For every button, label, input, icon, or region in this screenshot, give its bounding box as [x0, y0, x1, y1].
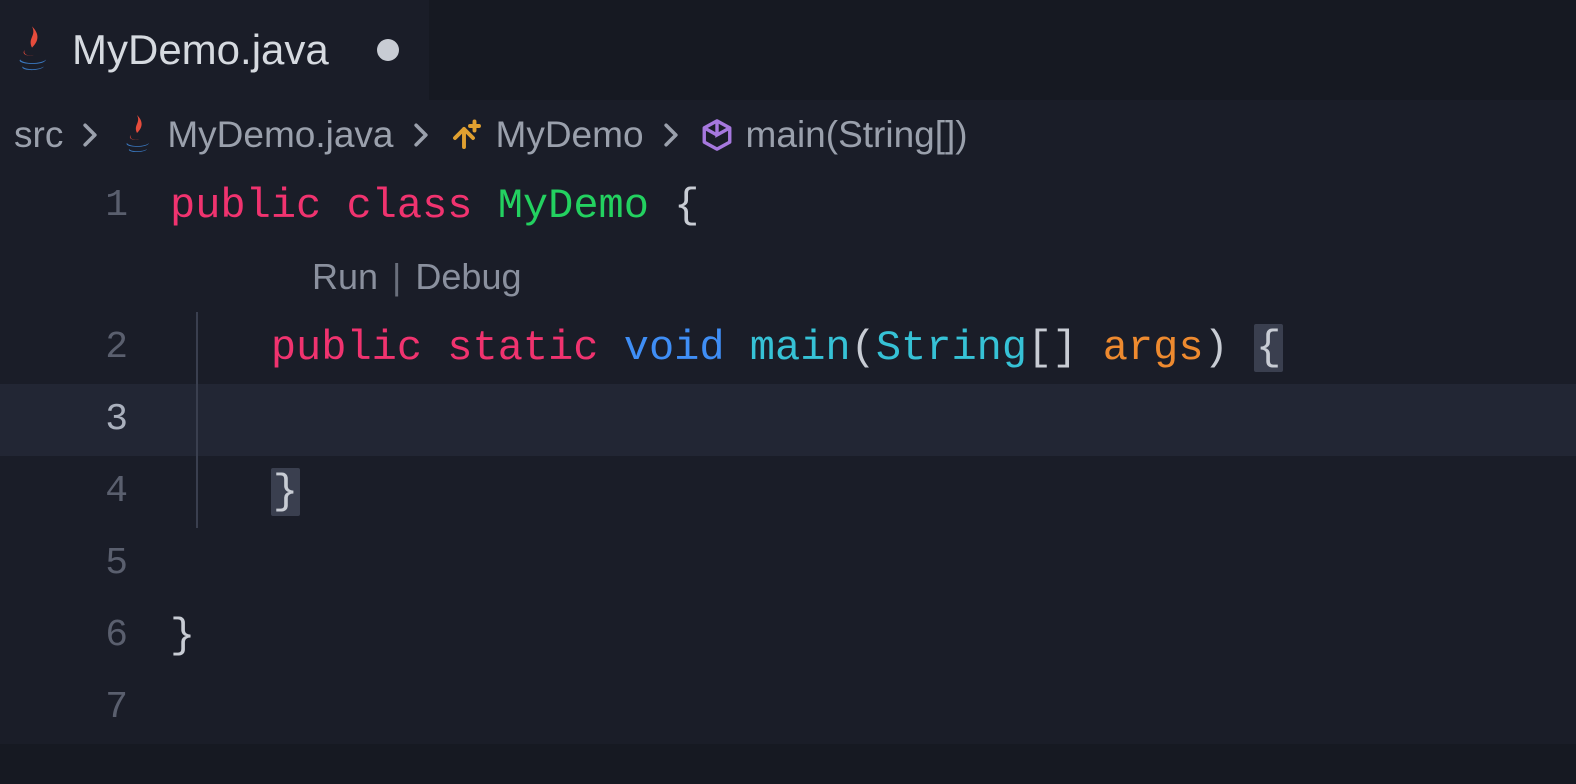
breadcrumb-label: src — [14, 114, 63, 156]
chevron-right-icon — [658, 122, 684, 148]
line-number: 5 — [0, 528, 170, 600]
brace-open: { — [674, 182, 699, 230]
code-editor[interactable]: 1 public class MyDemo { Run | Debug 2 pu… — [0, 170, 1576, 744]
code-line[interactable]: 5 — [0, 528, 1576, 600]
java-file-icon — [117, 115, 157, 155]
method-symbol-icon — [698, 116, 736, 154]
code-line[interactable]: 1 public class MyDemo { — [0, 170, 1576, 242]
code-line[interactable]: 7 — [0, 672, 1576, 744]
array-brackets: [] — [1027, 324, 1077, 372]
paren-open: ( — [851, 324, 876, 372]
line-number: 4 — [0, 456, 170, 528]
breadcrumb-label: main(String[]) — [746, 114, 968, 156]
code-line[interactable]: 4 } — [0, 456, 1576, 528]
line-number: 7 — [0, 672, 170, 744]
line-number: 3 — [0, 384, 170, 456]
brace-close: } — [170, 612, 195, 660]
tab-filename: MyDemo.java — [72, 26, 329, 74]
chevron-right-icon — [408, 122, 434, 148]
breadcrumb-file[interactable]: MyDemo.java — [117, 114, 393, 156]
code-line[interactable]: 6 } — [0, 600, 1576, 672]
codelens-separator: | — [392, 241, 401, 313]
code-content[interactable] — [170, 384, 1576, 456]
tab-bar: MyDemo.java — [0, 0, 1576, 100]
method-name: main — [750, 324, 851, 372]
keyword-public: public — [170, 182, 321, 230]
code-line[interactable]: 2 public static void main(String[] args)… — [0, 312, 1576, 384]
codelens-debug[interactable]: Debug — [415, 241, 521, 313]
type-name: String — [876, 324, 1027, 372]
class-symbol-icon — [448, 116, 486, 154]
java-file-icon — [10, 28, 54, 72]
keyword-public: public — [271, 324, 422, 372]
code-line-active[interactable]: 3 — [0, 384, 1576, 456]
line-number: 6 — [0, 600, 170, 672]
paren-close: ) — [1204, 324, 1229, 372]
codelens: Run | Debug — [0, 242, 1576, 312]
code-content[interactable]: } — [170, 600, 1576, 672]
chevron-right-icon — [77, 122, 103, 148]
codelens-run[interactable]: Run — [312, 241, 378, 313]
code-content[interactable]: public static void main(String[] args) { — [170, 312, 1576, 384]
brace-open: { — [1254, 324, 1283, 372]
breadcrumb-label: MyDemo.java — [167, 114, 393, 156]
class-name: MyDemo — [498, 182, 649, 230]
brace-close: } — [271, 468, 300, 516]
breadcrumb-folder[interactable]: src — [14, 114, 63, 156]
breadcrumb: src MyDemo.java MyDemo — [0, 100, 1576, 170]
breadcrumb-label: MyDemo — [496, 114, 644, 156]
line-number: 2 — [0, 312, 170, 384]
breadcrumb-class[interactable]: MyDemo — [448, 114, 644, 156]
editor-tab[interactable]: MyDemo.java — [0, 0, 429, 100]
breadcrumb-method[interactable]: main(String[]) — [698, 114, 968, 156]
code-content[interactable]: } — [170, 456, 1576, 528]
keyword-static: static — [447, 324, 598, 372]
line-number: 1 — [0, 170, 170, 242]
parameter-name: args — [1103, 324, 1204, 372]
keyword-class: class — [346, 182, 472, 230]
unsaved-indicator-icon[interactable] — [377, 39, 399, 61]
code-content[interactable]: public class MyDemo { — [170, 170, 1576, 242]
keyword-void: void — [624, 324, 725, 372]
